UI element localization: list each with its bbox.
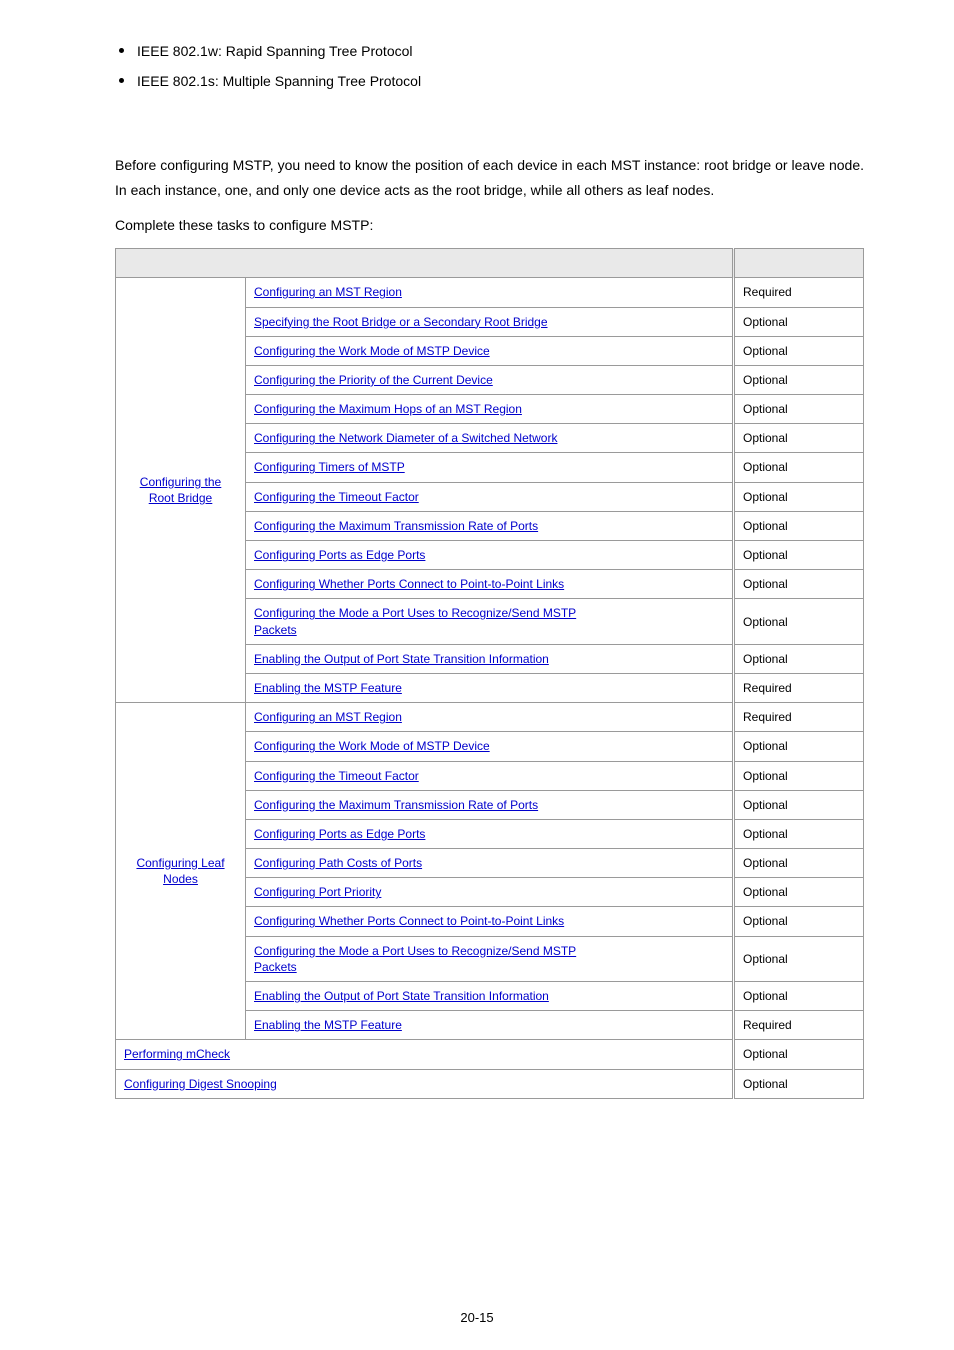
remarks-cell: Optional: [734, 395, 864, 424]
link-task[interactable]: Configuring the Work Mode of MSTP Device: [254, 739, 490, 753]
link-task[interactable]: Configuring the Network Diameter of a Sw…: [254, 431, 557, 445]
link-task[interactable]: Configuring the Maximum Transmission Rat…: [254, 519, 538, 533]
remarks-cell: Optional: [734, 424, 864, 453]
remarks-cell: Optional: [734, 907, 864, 936]
remarks-cell: Optional: [734, 1040, 864, 1069]
remarks-cell: Required: [734, 1011, 864, 1040]
remarks-cell: Optional: [734, 878, 864, 907]
link-configuring-leaf-nodes[interactable]: Configuring Leaf Nodes: [136, 856, 224, 886]
link-task[interactable]: Configuring Ports as Edge Ports: [254, 827, 425, 841]
mstp-task-table: Configuring the Root Bridge Configuring …: [115, 248, 864, 1098]
table-row: Configuring the Root Bridge Configuring …: [116, 278, 864, 307]
remarks-cell: Optional: [734, 849, 864, 878]
remarks-cell: Optional: [734, 982, 864, 1011]
table-row: Performing mCheck Optional: [116, 1040, 864, 1069]
link-task[interactable]: Configuring an MST Region: [254, 710, 402, 724]
link-task[interactable]: Configuring the Timeout Factor: [254, 490, 419, 504]
table-header-remarks: [734, 249, 864, 278]
group-root-bridge: Configuring the Root Bridge: [116, 278, 246, 703]
remarks-cell: Optional: [734, 570, 864, 599]
group-leaf-nodes: Configuring Leaf Nodes: [116, 703, 246, 1040]
table-row: Configuring Digest Snooping Optional: [116, 1069, 864, 1098]
link-task[interactable]: Enabling the MSTP Feature: [254, 1018, 402, 1032]
remarks-cell: Optional: [734, 1069, 864, 1098]
link-task[interactable]: Configuring Timers of MSTP: [254, 460, 405, 474]
remarks-cell: Optional: [734, 761, 864, 790]
remarks-cell: Optional: [734, 819, 864, 848]
link-task[interactable]: Configuring the Priority of the Current …: [254, 373, 493, 387]
remarks-cell: Optional: [734, 936, 864, 981]
remarks-cell: Optional: [734, 482, 864, 511]
link-task[interactable]: Enabling the MSTP Feature: [254, 681, 402, 695]
link-task[interactable]: Enabling the Output of Port State Transi…: [254, 989, 549, 1003]
link-task[interactable]: Configuring Path Costs of Ports: [254, 856, 422, 870]
link-task[interactable]: Configuring an MST Region: [254, 285, 402, 299]
bullet-item: IEEE 802.1s: Multiple Spanning Tree Prot…: [115, 70, 864, 92]
remarks-cell: Required: [734, 703, 864, 732]
intro-paragraph-2: Complete these tasks to configure MSTP:: [115, 213, 864, 238]
remarks-cell: Optional: [734, 307, 864, 336]
link-task[interactable]: Configuring the Mode a Port Uses to Reco…: [254, 944, 576, 974]
link-task[interactable]: Configuring the Timeout Factor: [254, 769, 419, 783]
link-task[interactable]: Specifying the Root Bridge or a Secondar…: [254, 315, 548, 329]
link-task[interactable]: Configuring Port Priority: [254, 885, 381, 899]
bullet-list: IEEE 802.1w: Rapid Spanning Tree Protoco…: [115, 40, 864, 93]
remarks-cell: Optional: [734, 732, 864, 761]
page-number: 20-15: [0, 1310, 954, 1325]
link-task[interactable]: Configuring the Maximum Hops of an MST R…: [254, 402, 522, 416]
intro-paragraph-1: Before configuring MSTP, you need to kno…: [115, 153, 864, 203]
remarks-cell: Required: [734, 278, 864, 307]
link-task[interactable]: Configuring the Work Mode of MSTP Device: [254, 344, 490, 358]
remarks-cell: Optional: [734, 599, 864, 644]
link-performing-mcheck[interactable]: Performing mCheck: [124, 1047, 230, 1061]
remarks-cell: Optional: [734, 511, 864, 540]
remarks-cell: Optional: [734, 453, 864, 482]
remarks-cell: Required: [734, 673, 864, 702]
remarks-cell: Optional: [734, 541, 864, 570]
bullet-item: IEEE 802.1w: Rapid Spanning Tree Protoco…: [115, 40, 864, 62]
link-task[interactable]: Enabling the Output of Port State Transi…: [254, 652, 549, 666]
remarks-cell: Optional: [734, 336, 864, 365]
link-task[interactable]: Configuring Whether Ports Connect to Poi…: [254, 577, 564, 591]
link-task[interactable]: Configuring the Mode a Port Uses to Reco…: [254, 606, 576, 636]
table-header-task: [116, 249, 734, 278]
link-task[interactable]: Configuring Whether Ports Connect to Poi…: [254, 914, 564, 928]
link-task[interactable]: Configuring the Maximum Transmission Rat…: [254, 798, 538, 812]
remarks-cell: Optional: [734, 644, 864, 673]
table-header-row: [116, 249, 864, 278]
link-task[interactable]: Configuring Ports as Edge Ports: [254, 548, 425, 562]
link-configuring-digest-snooping[interactable]: Configuring Digest Snooping: [124, 1077, 277, 1091]
remarks-cell: Optional: [734, 365, 864, 394]
remarks-cell: Optional: [734, 790, 864, 819]
link-configuring-root-bridge[interactable]: Configuring the Root Bridge: [140, 475, 221, 505]
table-row: Configuring Leaf Nodes Configuring an MS…: [116, 703, 864, 732]
